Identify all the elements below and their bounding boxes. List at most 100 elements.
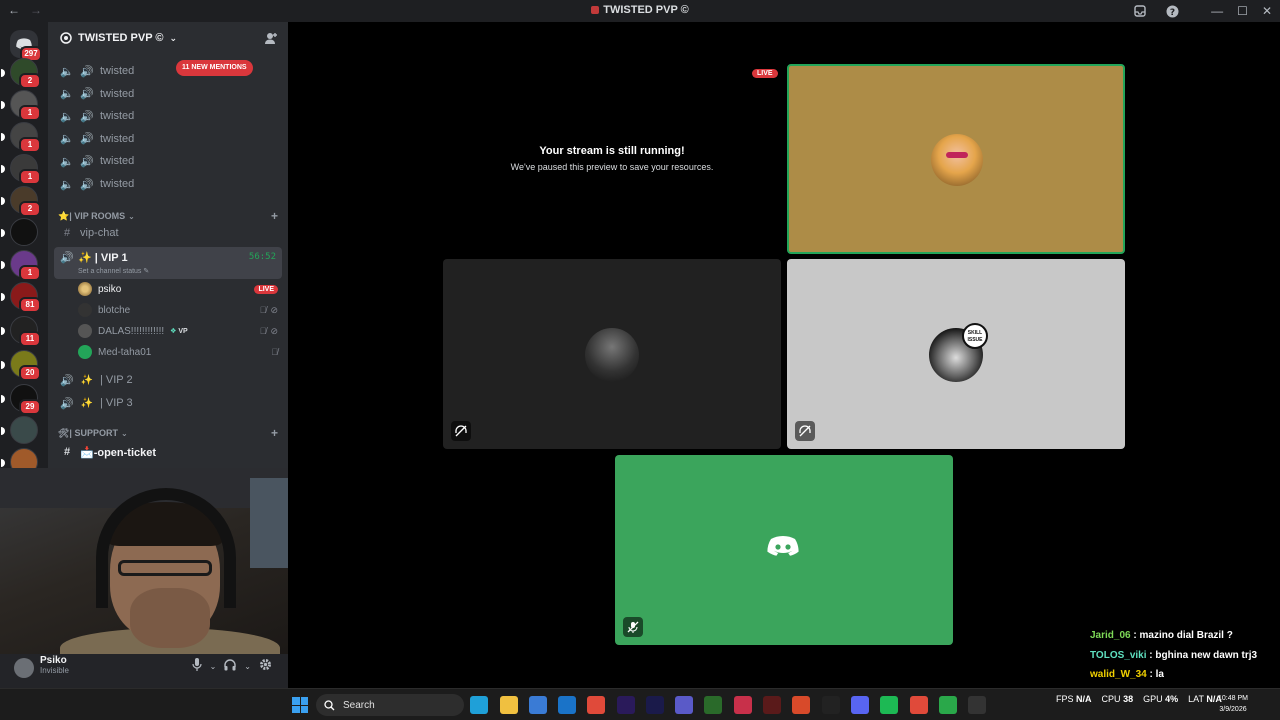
- server-badge: 2: [19, 73, 41, 89]
- spotify-icon[interactable]: [880, 696, 898, 714]
- edge-icon[interactable]: [470, 696, 488, 714]
- server-icon[interactable]: 1: [1, 154, 41, 185]
- channel-vip-chat[interactable]: # vip-chat: [56, 223, 282, 243]
- search-icon: [324, 699, 335, 710]
- back-arrow-icon[interactable]: ←: [8, 3, 20, 17]
- add-channel-icon[interactable]: +: [271, 426, 278, 440]
- after-effects-icon[interactable]: [646, 696, 664, 714]
- server-icon[interactable]: 2: [1, 186, 41, 217]
- server-icon[interactable]: 2: [1, 58, 41, 89]
- voice-member-dalas[interactable]: DALAS!!!!!!!!!!!! ❖ VP 🎙̸ ⊘: [78, 321, 282, 341]
- cpu-readout: CPU 38: [1101, 694, 1134, 704]
- pencil-icon: ✎: [143, 268, 150, 275]
- chrome-icon[interactable]: [587, 696, 605, 714]
- voice-tile-dalas[interactable]: SKILL ISSUE: [787, 259, 1125, 449]
- voice-tile-med-taha[interactable]: [615, 455, 953, 645]
- voice-channel-twisted[interactable]: 🔈 🔊 twisted: [56, 151, 282, 171]
- unread-pill: [1, 327, 5, 335]
- category-support[interactable]: 🛠| SUPPORT ⌄ +: [58, 425, 278, 441]
- office-icon[interactable]: [792, 696, 810, 714]
- voice-member-med-taha[interactable]: Med-taha01 🎙̸: [78, 342, 282, 362]
- windows-start-icon[interactable]: [292, 697, 308, 713]
- channel-status[interactable]: Set a channel status ✎: [78, 267, 149, 275]
- server-icon[interactable]: 1: [1, 90, 41, 121]
- voice-tile-blotche[interactable]: [443, 259, 781, 449]
- server-icon[interactable]: [1, 218, 38, 246]
- voice-channel-vip-1[interactable]: 🔊 ✨ | VIP 1 56:52 Set a channel status ✎: [54, 247, 282, 279]
- channel-label: | VIP 2: [100, 374, 133, 386]
- speaker-icon: 🔊: [80, 88, 94, 101]
- server-name: TWISTED PVP ©: [78, 32, 164, 44]
- server-icon[interactable]: 1: [1, 122, 41, 153]
- server-icon[interactable]: [1, 416, 38, 444]
- taskbar-search[interactable]: Search: [316, 694, 464, 716]
- user-status: Invisible: [40, 666, 69, 675]
- maximize-button[interactable]: ☐: [1237, 4, 1248, 18]
- chrome-icon[interactable]: [910, 696, 928, 714]
- premiere-icon[interactable]: [617, 696, 635, 714]
- channel-label: ✨ | VIP 1: [78, 252, 128, 264]
- chevron-down-icon[interactable]: ⌄: [210, 662, 217, 671]
- server-icon[interactable]: 11: [1, 316, 41, 347]
- channel-label: twisted: [100, 87, 135, 100]
- fps-readout: FPS N/A: [1056, 694, 1092, 704]
- voice-channel-twisted[interactable]: 🔈 🔊 twisted: [56, 106, 282, 126]
- alt-tab-icon[interactable]: [968, 696, 986, 714]
- server-badge: 20: [19, 365, 41, 381]
- category-vip-rooms[interactable]: ⭐| VIP ROOMS ⌄ +: [58, 208, 278, 224]
- voice-channel-vip-2[interactable]: 🔊 ✨ | VIP 2: [56, 370, 282, 390]
- server-icon[interactable]: 29: [1, 384, 41, 415]
- muted-mic-icon: 🎙̸: [271, 347, 278, 357]
- cinema-icon[interactable]: [763, 696, 781, 714]
- taskbar-clock[interactable]: 10:48 PM 3/9/2026: [1218, 693, 1248, 715]
- channel-label: twisted: [100, 110, 135, 123]
- add-member-icon[interactable]: [264, 31, 278, 45]
- forward-arrow-icon[interactable]: →: [30, 3, 42, 17]
- home-button[interactable]: 297: [10, 30, 42, 62]
- affinity-icon[interactable]: [734, 696, 752, 714]
- voice-channel-vip-3[interactable]: 🔊 ✨ | VIP 3: [56, 393, 282, 413]
- store-icon[interactable]: [529, 696, 547, 714]
- server-header[interactable]: TWISTED PVP © ⌄: [48, 22, 288, 54]
- microphone-icon[interactable]: [191, 658, 202, 674]
- add-channel-icon[interactable]: +: [271, 209, 278, 223]
- discord-icon[interactable]: [851, 696, 869, 714]
- server-icon[interactable]: 1: [1, 250, 41, 281]
- inbox-icon[interactable]: [1131, 2, 1149, 20]
- stream-live-badge: LIVE: [752, 69, 778, 78]
- muted-mic-icon: [623, 617, 643, 637]
- member-name: psiko: [98, 283, 122, 295]
- glasses: [118, 560, 212, 576]
- voice-member-psiko[interactable]: psiko LIVE: [78, 279, 282, 299]
- webcam-person-hand: [130, 588, 210, 648]
- file-explorer-icon[interactable]: [500, 696, 518, 714]
- voice-channel-twisted[interactable]: 🔈 🔊 twisted: [56, 129, 282, 149]
- settings-gear-icon[interactable]: [259, 658, 272, 674]
- xbox-app-icon[interactable]: [704, 696, 722, 714]
- server-icon[interactable]: 20: [1, 350, 41, 381]
- chevron-down-icon: ⌄: [120, 428, 128, 438]
- minimize-button[interactable]: —: [1211, 4, 1223, 18]
- outlook-icon[interactable]: [558, 696, 576, 714]
- user-name[interactable]: Psiko: [40, 655, 67, 666]
- unread-pill: [1, 165, 5, 173]
- tradingview-icon[interactable]: [822, 696, 840, 714]
- headphones-icon[interactable]: [224, 658, 236, 674]
- skill-issue-sticker: SKILL ISSUE: [962, 323, 988, 349]
- close-button[interactable]: ✕: [1262, 4, 1272, 18]
- chevron-down-icon: ⌄: [128, 211, 135, 221]
- channel-label: twisted: [100, 65, 135, 77]
- chevron-down-icon[interactable]: ⌄: [244, 662, 251, 671]
- help-icon[interactable]: ?: [1163, 2, 1181, 20]
- voice-member-blotche[interactable]: blotche 🎙̸ ⊘: [78, 300, 282, 320]
- voice-channel-twisted[interactable]: 🔈 🔊 twisted: [56, 84, 282, 104]
- teams-icon[interactable]: [675, 696, 693, 714]
- voice-tile-psiko[interactable]: [787, 64, 1125, 254]
- channel-open-ticket[interactable]: # 📩-open-ticket: [56, 442, 282, 462]
- server-icon[interactable]: 81: [1, 282, 41, 313]
- user-avatar[interactable]: [14, 658, 34, 678]
- voice-channel-twisted[interactable]: 🔈 🔊 twisted: [56, 174, 282, 194]
- streaming-icon[interactable]: [939, 696, 957, 714]
- new-mentions-pill[interactable]: 11 NEW MENTIONS: [176, 60, 253, 76]
- speaker-icon: 🔈: [60, 133, 74, 146]
